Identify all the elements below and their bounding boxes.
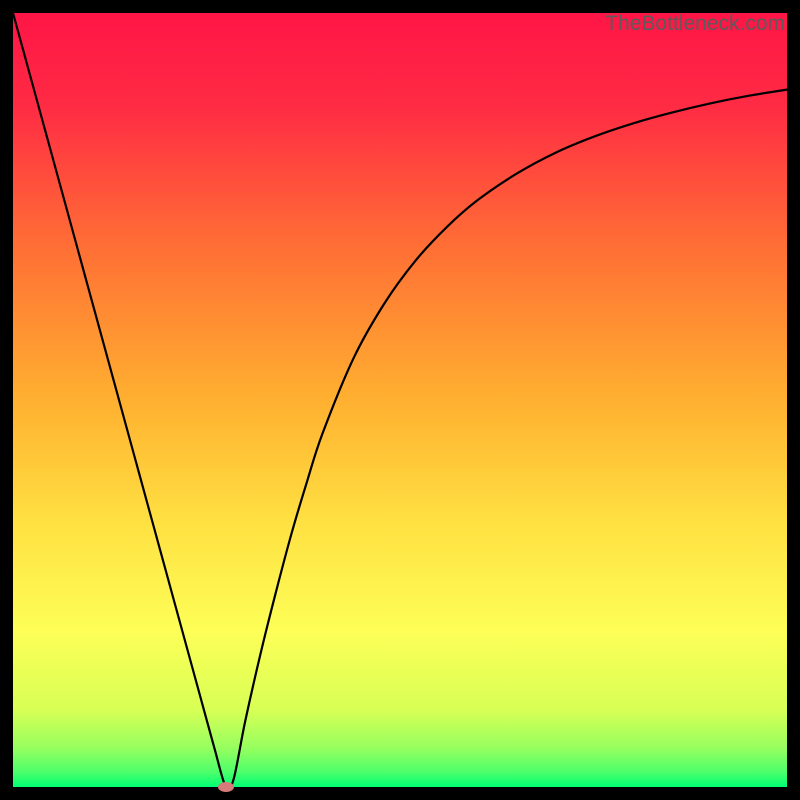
bottleneck-curve — [13, 13, 787, 787]
plot-frame: TheBottleneck.com — [13, 13, 787, 787]
attribution-label: TheBottleneck.com — [605, 12, 785, 36]
minimum-marker — [218, 782, 234, 792]
